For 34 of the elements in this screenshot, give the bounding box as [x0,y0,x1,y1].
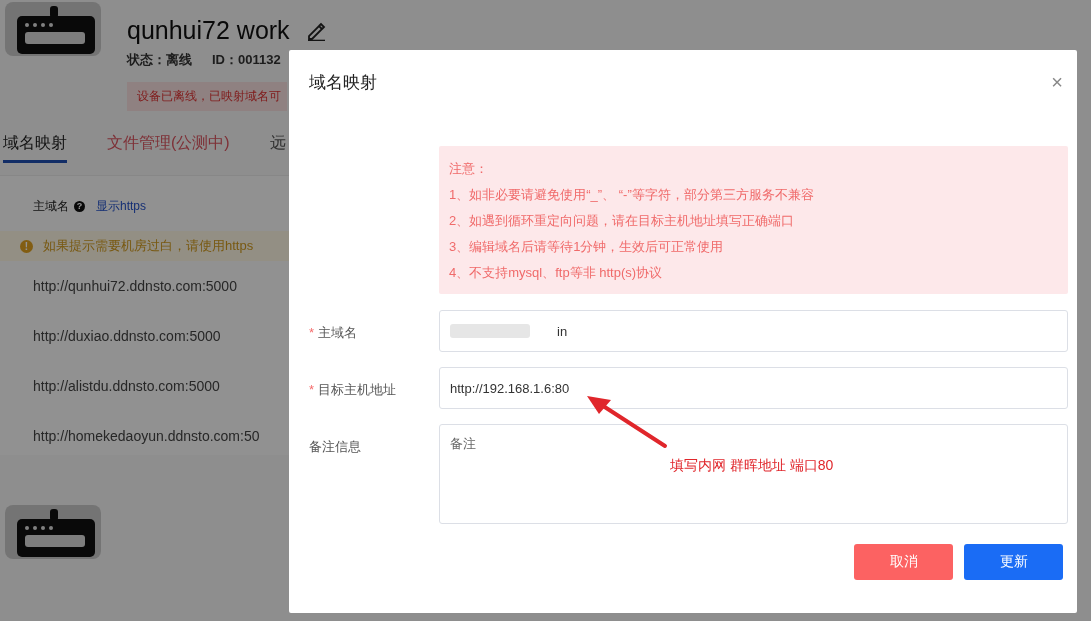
notice-text: 3、编辑域名后请等待1分钟，生效后可正常使用 [449,238,725,256]
notice-text: 1、如非必要请避免使用“_”、 “-”等字符，部分第三方服务不兼容 [449,186,815,204]
input-field[interactable]: in [439,310,1068,352]
field-label: 备注信息 [309,438,361,456]
domain-url: http://qunhui72.ddnsto.com:5000 [32,277,238,296]
notice-text: 4、不支持mysql、ftp等非 http(s)协议 [449,264,664,282]
notice-text: 注意： [449,160,489,178]
update-button[interactable]: 更新 [964,544,1063,580]
offline-alert: 设备已离线，已映射域名可 [127,82,287,111]
device-icon [5,2,101,56]
domain-url: http://homekedaoyun.ddnsto.com:50 [32,427,261,446]
show-https-link[interactable]: 显示https [96,198,146,215]
field-label: * 主域名 [309,324,358,342]
device-title: qunhui72 work [127,16,290,45]
input-field[interactable]: http://192.168.1.6:80 [439,367,1068,409]
close-button[interactable]: × [1051,71,1063,94]
column-header: 主域名 [33,198,69,215]
device-icon [5,505,101,559]
dialog-title: 域名映射 [309,72,377,94]
annotation-text: 填写内网 群晖地址 端口80 [670,457,834,475]
device-id: ID：001132 [212,51,281,69]
tab[interactable]: 远 [269,133,286,163]
status-text: 状态：离线 [127,51,192,69]
domain-url: http://duxiao.ddnsto.com:5000 [32,327,222,346]
field-label: * 目标主机地址 [309,381,397,399]
help-icon: ? [74,201,85,212]
tab[interactable]: 域名映射 [3,133,67,163]
notice-text: 2、如遇到循环重定向问题，请在目标主机地址填写正确端口 [449,212,796,230]
cancel-button[interactable]: 取消 [854,544,953,580]
edit-icon[interactable] [305,20,326,41]
domain-url: http://alistdu.ddnsto.com:5000 [32,377,221,396]
tab[interactable]: 文件管理(公测中) [107,133,230,163]
warning-icon: ! [20,239,33,253]
warning-text: 如果提示需要机房过白，请使用https [43,237,254,255]
